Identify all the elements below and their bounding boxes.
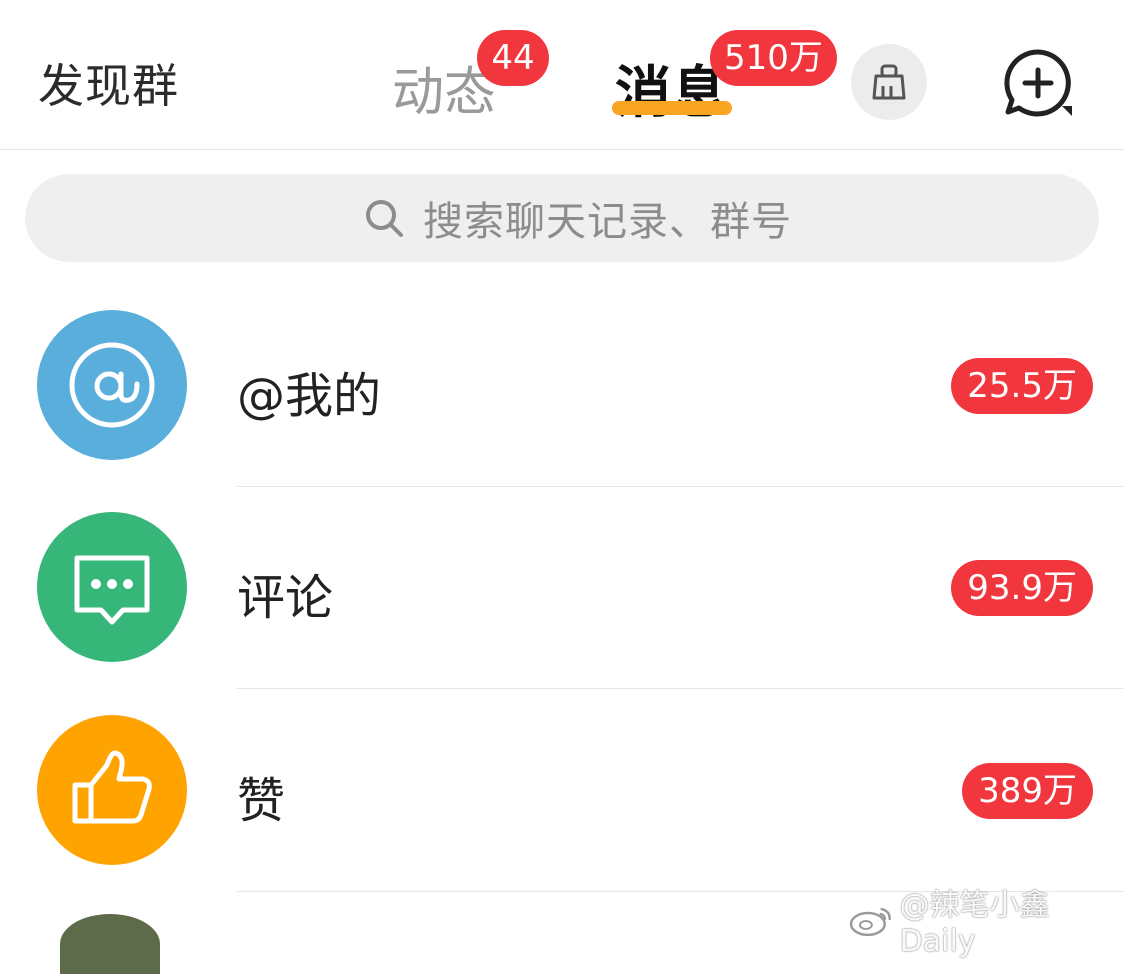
active-tab-indicator [612, 101, 732, 115]
search-inner: 搜索聊天记录、群号 [363, 174, 792, 262]
comment-icon [74, 555, 150, 625]
top-nav-bar: 发现群 动态 44 消息 510万 [0, 0, 1124, 150]
thumbs-up-icon [72, 750, 152, 824]
broom-icon [872, 64, 906, 100]
unread-count-badge: 389万 [962, 763, 1093, 819]
list-item-label: 赞 [237, 773, 286, 829]
discover-groups-link[interactable]: 发现群 [38, 50, 179, 116]
clear-unread-button[interactable] [851, 44, 927, 120]
weibo-logo-icon [849, 907, 891, 936]
divider [237, 486, 1124, 487]
likes-avatar [37, 715, 187, 865]
search-input[interactable]: 搜索聊天记录、群号 [25, 174, 1099, 262]
tab-dongtai-badge: 44 [477, 30, 549, 86]
search-placeholder: 搜索聊天记录、群号 [423, 199, 792, 245]
search-icon [366, 200, 403, 237]
chat-plus-icon [1004, 49, 1072, 117]
partial-list-item-avatar[interactable] [60, 914, 160, 974]
comments-avatar [37, 512, 187, 662]
divider [237, 688, 1124, 689]
unread-count-badge: 93.9万 [951, 560, 1093, 616]
list-item-comments[interactable]: 评论 93.9万 [0, 512, 1124, 715]
tab-xiaoxi-badge: 510万 [710, 30, 837, 86]
list-item-mentions[interactable]: @我的 25.5万 [0, 310, 1124, 513]
mentions-avatar [37, 310, 187, 460]
new-chat-button[interactable] [1000, 46, 1080, 122]
unread-count-badge: 25.5万 [951, 358, 1093, 414]
at-icon [69, 342, 155, 428]
list-item-label: @我的 [237, 368, 382, 424]
watermark-text: @辣笔小鑫Daily [899, 888, 1050, 959]
list-item-label: 评论 [237, 570, 334, 626]
watermark: @辣笔小鑫Daily [848, 880, 1124, 959]
